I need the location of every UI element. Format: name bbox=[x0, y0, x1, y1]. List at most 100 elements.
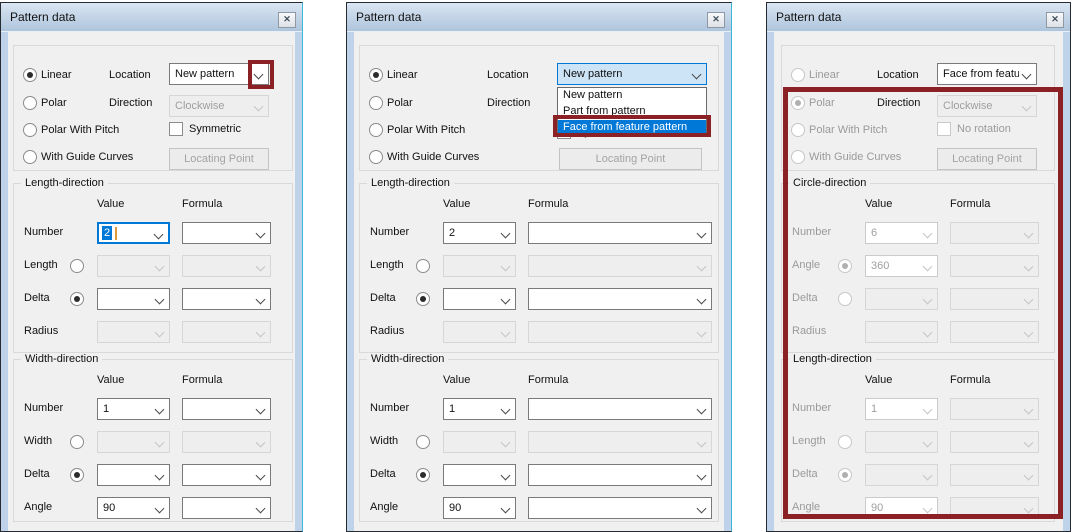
angle-value-combobox[interactable]: 90 bbox=[443, 497, 516, 519]
chevron-down-icon[interactable] bbox=[501, 405, 511, 415]
radio-width[interactable] bbox=[416, 435, 430, 449]
length-formula-combobox bbox=[182, 255, 271, 277]
direction-label: Direction bbox=[877, 97, 920, 110]
radio-delta bbox=[838, 292, 852, 306]
location-combobox[interactable]: Face from feature pattern bbox=[937, 63, 1037, 85]
number-value-combobox[interactable]: 2 bbox=[443, 222, 516, 244]
row-label: Number bbox=[24, 226, 63, 239]
locating-point-button: Locating Point bbox=[559, 148, 702, 170]
delta-formula-combobox[interactable] bbox=[528, 464, 712, 486]
chevron-down-icon[interactable] bbox=[697, 229, 707, 239]
close-button[interactable]: ✕ bbox=[707, 12, 725, 28]
title-bar[interactable]: Pattern data ✕ bbox=[347, 3, 731, 32]
angle-formula-combobox[interactable] bbox=[182, 497, 271, 519]
chevron-down-icon[interactable] bbox=[256, 405, 266, 415]
formula-header: Formula bbox=[950, 198, 990, 211]
radio-polar[interactable] bbox=[369, 96, 383, 110]
chevron-down-icon[interactable] bbox=[155, 504, 165, 514]
radius-formula-combobox bbox=[182, 321, 271, 343]
angle-value-combobox[interactable]: 90 bbox=[97, 497, 170, 519]
location-label: Location bbox=[109, 69, 151, 82]
chevron-down-icon[interactable] bbox=[501, 504, 511, 514]
delta-value-combobox[interactable] bbox=[443, 464, 516, 486]
delta-value-combobox[interactable] bbox=[97, 288, 170, 310]
chevron-down-icon[interactable] bbox=[692, 70, 702, 80]
chevron-down-icon[interactable] bbox=[697, 504, 707, 514]
close-button[interactable]: ✕ bbox=[278, 12, 296, 28]
width-direction-group: Width-direction Value Formula Number 1 W… bbox=[359, 359, 719, 522]
length-direction-group: Length-direction Value Formula Number 2 … bbox=[13, 183, 293, 353]
radio-length[interactable] bbox=[416, 259, 430, 273]
radio-polar-with-pitch[interactable] bbox=[23, 123, 37, 137]
radio-polar[interactable] bbox=[23, 96, 37, 110]
delta-value-combobox[interactable] bbox=[97, 464, 170, 486]
chevron-down-icon[interactable] bbox=[155, 295, 165, 305]
chevron-down-icon bbox=[256, 328, 266, 338]
radio-with-guide-curves[interactable] bbox=[23, 150, 37, 164]
location-value: New pattern bbox=[175, 68, 251, 80]
number-value-combobox[interactable]: 1 bbox=[97, 398, 170, 420]
chevron-down-icon[interactable] bbox=[697, 295, 707, 305]
group-title: Length-direction bbox=[789, 353, 876, 365]
chevron-down-icon[interactable] bbox=[501, 295, 511, 305]
dropdown-item-part-from-pattern[interactable]: Part from pattern bbox=[558, 104, 706, 120]
number-formula-combobox[interactable] bbox=[528, 222, 712, 244]
width-formula-combobox bbox=[528, 431, 712, 453]
row-label: Delta bbox=[24, 468, 50, 481]
chevron-down-icon[interactable] bbox=[697, 405, 707, 415]
angle-formula-combobox[interactable] bbox=[528, 497, 712, 519]
location-combobox[interactable]: New pattern bbox=[169, 63, 269, 85]
chevron-down-icon bbox=[501, 438, 511, 448]
width-value-combobox bbox=[443, 431, 516, 453]
chevron-down-icon[interactable] bbox=[256, 229, 266, 239]
dropdown-item-face-from-feature-pattern[interactable]: Face from feature pattern bbox=[558, 120, 706, 136]
number-value-combobox[interactable]: 1 bbox=[443, 398, 516, 420]
radio-width[interactable] bbox=[70, 435, 84, 449]
radio-with-guide-curves-label: With Guide Curves bbox=[387, 151, 479, 164]
chevron-down-icon[interactable] bbox=[154, 230, 164, 240]
chevron-down-icon[interactable] bbox=[256, 295, 266, 305]
chevron-down-icon bbox=[923, 229, 933, 239]
chevron-down-icon[interactable] bbox=[256, 471, 266, 481]
number-formula-combobox[interactable] bbox=[182, 222, 271, 244]
window-frame-left bbox=[347, 32, 354, 531]
title-bar[interactable]: Pattern data ✕ bbox=[767, 3, 1070, 32]
window-title: Pattern data bbox=[10, 10, 75, 24]
number-formula-combobox[interactable] bbox=[182, 398, 271, 420]
radio-delta[interactable] bbox=[416, 292, 430, 306]
chevron-down-icon[interactable] bbox=[1022, 70, 1032, 80]
close-button[interactable]: ✕ bbox=[1046, 12, 1064, 28]
delta-formula-combobox[interactable] bbox=[182, 288, 271, 310]
number-value-combobox: 1 bbox=[865, 398, 938, 420]
delta-formula-combobox[interactable] bbox=[528, 288, 712, 310]
chevron-down-icon bbox=[155, 262, 165, 272]
chevron-down-icon[interactable] bbox=[697, 471, 707, 481]
chevron-down-icon[interactable] bbox=[155, 405, 165, 415]
location-combobox-open[interactable]: New pattern bbox=[557, 63, 707, 85]
window-title: Pattern data bbox=[776, 10, 841, 24]
delta-value-combobox[interactable] bbox=[443, 288, 516, 310]
chevron-down-icon[interactable] bbox=[254, 70, 264, 80]
length-formula-combobox bbox=[950, 431, 1039, 453]
chevron-down-icon[interactable] bbox=[155, 471, 165, 481]
delta-formula-combobox[interactable] bbox=[182, 464, 271, 486]
title-bar[interactable]: Pattern data ✕ bbox=[1, 3, 302, 32]
radio-delta[interactable] bbox=[416, 468, 430, 482]
chevron-down-icon[interactable] bbox=[501, 471, 511, 481]
radio-length[interactable] bbox=[70, 259, 84, 273]
chevron-down-icon[interactable] bbox=[256, 504, 266, 514]
radio-linear[interactable] bbox=[23, 68, 37, 82]
row-label: Delta bbox=[370, 292, 396, 305]
radio-delta[interactable] bbox=[70, 468, 84, 482]
chevron-down-icon bbox=[923, 295, 933, 305]
radio-linear[interactable] bbox=[369, 68, 383, 82]
chevron-down-icon[interactable] bbox=[501, 229, 511, 239]
dropdown-item-new-pattern[interactable]: New pattern bbox=[558, 88, 706, 104]
radius-value-combobox bbox=[97, 321, 170, 343]
radio-polar-with-pitch[interactable] bbox=[369, 123, 383, 137]
radio-with-guide-curves[interactable] bbox=[369, 150, 383, 164]
number-value-combobox[interactable]: 2 bbox=[97, 222, 170, 244]
radio-delta[interactable] bbox=[70, 292, 84, 306]
number-formula-combobox[interactable] bbox=[528, 398, 712, 420]
symmetric-checkbox[interactable] bbox=[169, 122, 183, 136]
